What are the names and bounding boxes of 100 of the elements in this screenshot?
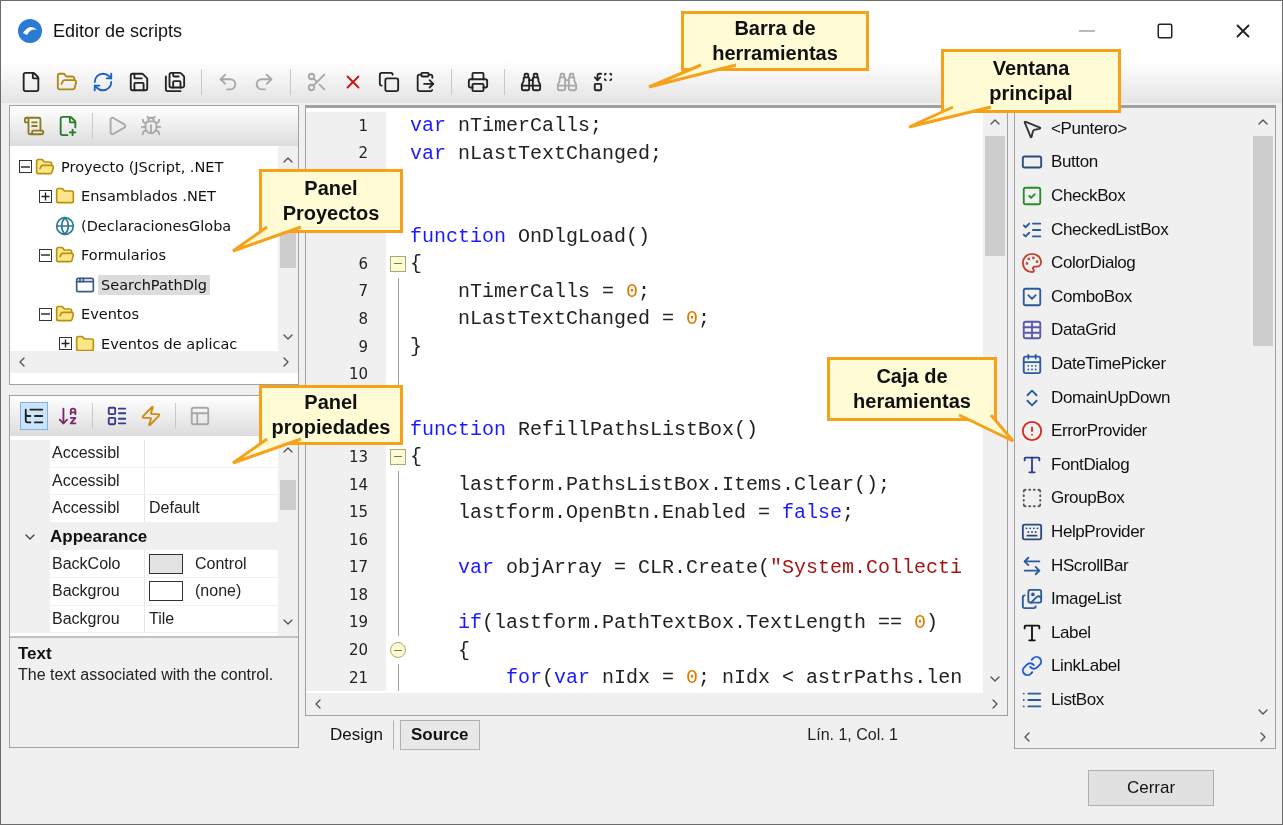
line-number: 1 [306,112,386,140]
toolbox-item[interactable]: LinkLabel [1051,656,1121,677]
code-line: } [410,335,422,359]
fold-marker[interactable] [390,255,406,272]
app-logo-icon [17,18,43,44]
code-line: lastform.OpenBtn.Enabled = false; [457,500,855,524]
bug-icon [140,115,162,137]
cursor-position: Lín. 1, Col. 1 [807,726,898,745]
code-line: var objArray = CLR.Create("System.Collecti [457,555,963,579]
checkbox-icon [1021,185,1043,207]
replace-icon [592,71,614,93]
line-number: 8 [306,305,386,333]
table-icon [1021,319,1043,342]
code-line: if(lastform.PathTextBox.TextLength == 0) [457,611,939,634]
save-all-icon [164,71,186,93]
callout-pointer [959,415,1013,441]
property-value: Tile [149,609,175,628]
scroll-thumb[interactable] [985,136,1005,256]
toolbox-item[interactable]: CheckBox [1051,186,1126,206]
tree-item[interactable]: (DeclaracionesGloba [78,215,235,236]
line-number: 6 [306,249,386,278]
tree-item[interactable]: Formularios [78,245,170,266]
scroll-plus-icon [23,115,45,137]
maximize-icon [1156,22,1174,40]
minus-icon [41,254,50,257]
toolbox-item[interactable]: HScrollBar [1051,555,1129,576]
categorized-list-button[interactable] [20,402,48,430]
line-number: 17 [306,553,386,582]
save-icon [128,71,150,93]
fold-marker[interactable] [390,448,406,465]
toolbox-item[interactable]: DomainUpDown [1051,387,1170,408]
property-name: Backgrou [50,577,145,606]
toolbox-item[interactable]: Label [1051,622,1091,643]
minus-icon [41,313,50,316]
property-value: (none) [195,582,242,601]
property-pages-icon [189,405,211,427]
minimize-icon [1079,30,1095,32]
printer-icon [467,71,489,93]
property-name: Accessibl [50,440,145,468]
description-text: The text associated with the control. [18,665,275,685]
globe-script-icon [55,215,75,236]
close-dialog-button[interactable]: Cerrar [1088,770,1214,806]
scissors-icon [306,71,328,93]
code-line: var nTimerCalls; [410,114,603,138]
toolbox-item[interactable]: FontDialog [1051,454,1130,475]
scroll-thumb[interactable] [280,480,296,510]
code-line: for(var nIdx = 0; nIdx < astrPaths.len [505,666,963,690]
view-tab[interactable]: Design [319,720,394,751]
description-title: Text [18,644,53,664]
expand-toggle[interactable] [59,337,72,351]
code-line: var nLastTextChanged; [410,141,663,165]
code-line: function RefillPathsListBox() [410,417,759,441]
tree-item[interactable]: Ensamblados .NET [78,186,219,207]
plus-icon [41,191,50,201]
toolbox-item[interactable]: HelpProvider [1051,521,1145,542]
toolbox-item[interactable]: CheckedListBox [1051,219,1169,240]
alert-icon [1021,420,1043,443]
line-number: 20 [306,636,386,664]
paste-icon [414,71,436,93]
plus-icon [61,339,70,349]
line-number: 9 [306,332,386,361]
code-line: nLastTextChanged = 0; [457,307,711,331]
property-name: Backgrou [50,605,145,634]
toolbox-item[interactable]: ComboBox [1051,286,1132,307]
code-line: { [457,638,470,662]
collapse-toggle[interactable] [39,307,52,321]
toolbox-item[interactable]: ImageList [1051,589,1122,610]
tree-item[interactable]: Proyecto (JScript, .NET [58,156,227,177]
view-tab[interactable]: Source [399,720,480,751]
toolbox-item[interactable]: GroupBox [1051,488,1125,509]
scroll-thumb[interactable] [1253,136,1273,346]
line-number: 2 [306,139,386,168]
callout-pointer [233,439,301,463]
form-plus-icon [57,115,79,137]
toolbox-item[interactable]: Button [1051,152,1098,173]
tree-item[interactable]: Eventos [78,304,142,325]
toolbox-item[interactable]: ColorDialog [1051,253,1136,274]
tree-item[interactable]: SearchPathDlg [98,274,211,295]
toolbox-item[interactable]: DateTimePicker [1051,353,1166,374]
calendar-icon [1021,352,1043,375]
link-icon [1021,655,1043,678]
fold-marker[interactable] [390,642,406,659]
horizontal-scrollbar[interactable] [306,693,1007,716]
toolbox-item[interactable]: <Puntero> [1051,118,1127,139]
toolbox-item[interactable]: ErrorProvider [1051,421,1147,442]
property-name: BackColo [50,550,145,578]
toolbox-item[interactable]: ListBox [1051,689,1104,710]
window-title: Editor de scripts [53,20,183,42]
fold-guide-line [397,663,399,692]
code-line: lastform.PathsListBox.Items.Clear(); [457,473,891,496]
code-line: { [410,445,422,469]
tree-item[interactable]: Eventos de aplicac [98,333,241,351]
callout-pointer [233,227,301,251]
line-number: 10 [306,360,386,388]
horizontal-scrollbar[interactable] [10,351,298,373]
collapse-toggle[interactable] [39,248,52,262]
row-header-cell [10,605,50,634]
collapse-toggle[interactable] [19,160,32,174]
expand-toggle[interactable] [39,189,52,203]
toolbox-item[interactable]: DataGrid [1051,320,1116,341]
